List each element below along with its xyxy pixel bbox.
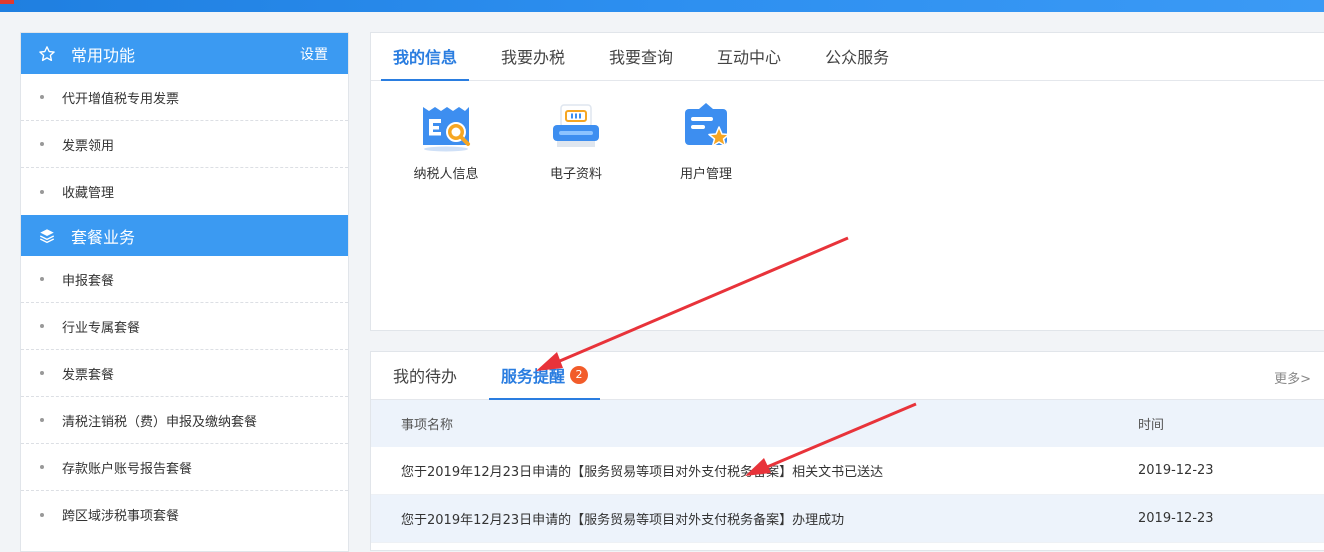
- row-time: 2019-12-23: [1138, 463, 1214, 478]
- star-icon: [37, 44, 57, 64]
- app-grid: 纳税人信息 电子资料 用户管理: [371, 81, 1324, 182]
- sidebar-item-cross-region-package[interactable]: 跨区域涉税事项套餐: [21, 491, 348, 538]
- app-taxpayer-info[interactable]: 纳税人信息: [401, 101, 491, 182]
- row-name: 您于2019年12月23日申请的【服务贸易等项目对外支付税务备案】相关文书已送达: [401, 465, 884, 480]
- bullet-dot: [40, 371, 44, 375]
- sidebar-section-packages: 套餐业务: [21, 215, 348, 256]
- bullet-dot: [40, 189, 44, 194]
- sidebar-item-label: 存款账户账号报告套餐: [62, 461, 193, 477]
- app-electronic-data[interactable]: 电子资料: [531, 101, 621, 182]
- tab-interaction[interactable]: 互动中心: [717, 44, 781, 80]
- section-title: 常用功能: [71, 45, 136, 65]
- tab-query[interactable]: 我要查询: [609, 44, 673, 80]
- column-header-time: 时间: [1138, 418, 1165, 433]
- table-row[interactable]: 您于2019年12月23日申请的【服务贸易等项目对外支付税务备案】相关文书已送达…: [371, 447, 1324, 495]
- tab-tax-handling[interactable]: 我要办税: [501, 44, 565, 80]
- app-label: 纳税人信息: [413, 167, 479, 182]
- sidebar-item-declaration-package[interactable]: 申报套餐: [21, 256, 348, 303]
- table-header: 事项名称 时间: [371, 400, 1324, 447]
- sidebar-item-label: 跨区域涉税事项套餐: [62, 509, 180, 524]
- table-row[interactable]: 您于2019年12月23日申请的【服务贸易等项目对外支付税务备案】办理成功 20…: [371, 495, 1324, 543]
- bullet-dot: [40, 465, 44, 469]
- tab-label: 服务提醒: [501, 367, 566, 386]
- layers-icon: [37, 226, 57, 246]
- row-name: 您于2019年12月23日申请的【服务贸易等项目对外支付税务备案】办理成功: [401, 513, 845, 528]
- tab-service-reminder[interactable]: 服务提醒 2: [489, 363, 601, 400]
- bullet-dot: [40, 95, 44, 99]
- sidebar-section-common: 常用功能 设置: [21, 33, 348, 74]
- tab-my-info[interactable]: 我的信息: [380, 44, 470, 81]
- sidebar-item-invoice-issue[interactable]: 代开增值税专用发票: [21, 74, 348, 121]
- bullet-dot: [40, 324, 44, 328]
- sidebar-item-invoice-receive[interactable]: 发票领用: [21, 121, 348, 168]
- section-title: 套餐业务: [71, 227, 136, 247]
- sidebar-item-label: 发票套餐: [62, 367, 115, 383]
- notification-tabs: 我的待办 服务提醒 2 更多>: [371, 352, 1324, 400]
- top-banner: [0, 0, 1324, 12]
- app-user-management[interactable]: 用户管理: [661, 101, 751, 182]
- sidebar-item-label: 申报套餐: [62, 273, 115, 289]
- app-label: 电子资料: [549, 167, 602, 182]
- main-tabs: 我的信息 我要办税 我要查询 互动中心 公众服务: [371, 33, 1324, 81]
- bullet-dot: [40, 142, 44, 146]
- my-info-panel: 我的信息 我要办税 我要查询 互动中心 公众服务 纳税人信息 电子资料 用户管理: [370, 32, 1324, 331]
- tab-public-service[interactable]: 公众服务: [825, 44, 889, 80]
- sidebar-item-label: 行业专属套餐: [62, 320, 141, 336]
- app-label: 用户管理: [679, 167, 732, 182]
- bullet-dot: [40, 512, 44, 517]
- sidebar-item-label: 发票领用: [62, 138, 115, 154]
- sidebar: 常用功能 设置 代开增值税专用发票 发票领用 收藏管理 套餐业务 申报套餐 行业…: [20, 32, 349, 552]
- taxpayer-info-icon: [423, 107, 470, 152]
- row-time: 2019-12-23: [1138, 511, 1214, 526]
- user-management-icon: [685, 103, 730, 147]
- sidebar-item-label: 清税注销税（费）申报及缴纳套餐: [62, 414, 258, 430]
- logo-fragment: [0, 0, 14, 4]
- sidebar-item-bank-account-package[interactable]: 存款账户账号报告套餐: [21, 444, 348, 491]
- sidebar-item-favorites[interactable]: 收藏管理: [21, 168, 348, 215]
- tab-label: 我的待办: [393, 367, 458, 386]
- sidebar-item-industry-package[interactable]: 行业专属套餐: [21, 303, 348, 350]
- electronic-data-icon: [553, 104, 599, 147]
- count-badge: 2: [570, 366, 589, 384]
- sidebar-item-deregistration-package[interactable]: 清税注销税（费）申报及缴纳套餐: [21, 397, 348, 444]
- more-link[interactable]: 更多>: [1274, 368, 1311, 387]
- sidebar-item-label: 收藏管理: [62, 186, 115, 201]
- bullet-dot: [40, 277, 44, 281]
- column-header-name: 事项名称: [401, 418, 454, 433]
- bullet-dot: [40, 418, 44, 422]
- tab-my-todo[interactable]: 我的待办: [393, 363, 457, 399]
- notifications-panel: 我的待办 服务提醒 2 更多> 事项名称 时间 您于2019年12月23日申请的【…: [370, 351, 1324, 551]
- settings-link[interactable]: 设置: [300, 44, 328, 64]
- sidebar-item-invoice-package[interactable]: 发票套餐: [21, 350, 348, 397]
- sidebar-item-label: 代开增值税专用发票: [62, 91, 180, 107]
